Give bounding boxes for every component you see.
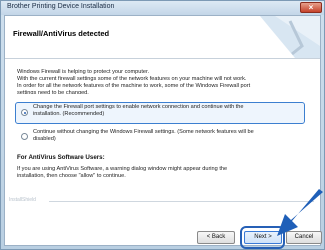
window-title: Brother Printing Device Installation [7, 3, 115, 10]
option-change-firewall-line-2[interactable]: installation. (Recommended) [33, 111, 104, 118]
installer-dialog: Brother Printing Device Installation × F… [0, 0, 325, 250]
option-continue-line-2[interactable]: disabled) [33, 136, 56, 143]
header-banner: Firewall/AntiVirus detected [5, 16, 320, 59]
option-continue-line-1[interactable]: Continue without changing the Windows Fi… [33, 129, 254, 136]
radio-change-firewall[interactable] [21, 109, 28, 116]
message-line-2: With the current firewall settings some … [17, 76, 247, 82]
message-line-3: In order for all the network features of… [17, 83, 251, 89]
radio-continue-without-changes[interactable] [21, 133, 28, 140]
antivirus-line-2: installation, then choose "allow" to con… [17, 173, 126, 179]
close-button[interactable]: × [300, 2, 322, 13]
page-title: Firewall/AntiVirus detected [13, 29, 110, 38]
header-decoration-graphic [260, 16, 320, 58]
message-line-1: Windows Firewall is helping to protect y… [17, 69, 150, 75]
message-line-4: settings need to be changed. [17, 90, 89, 94]
pointer-arrow-icon [277, 189, 323, 236]
title-bar: Brother Printing Device Installation × [1, 1, 324, 15]
installshield-brand: InstallShield [9, 197, 36, 203]
back-button[interactable]: < Back [197, 231, 235, 244]
antivirus-heading: For AntiVirus Software Users: [17, 154, 105, 161]
option-change-firewall-line-1[interactable]: Change the Firewall port settings to ena… [33, 104, 244, 111]
antivirus-line-1: If you are using AntiVirus Software, a w… [17, 166, 228, 172]
